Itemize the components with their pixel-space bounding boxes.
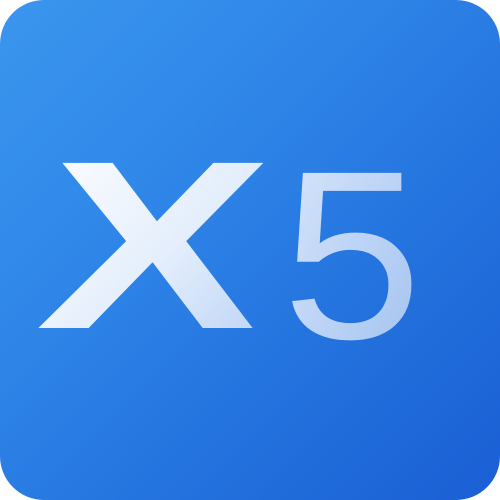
icon-digit-5: 5 [282, 121, 422, 389]
icon-letter-x: X [30, 111, 278, 379]
app-icon[interactable]: X 5 [0, 0, 500, 500]
app-icon-graphic: X 5 [30, 111, 422, 389]
